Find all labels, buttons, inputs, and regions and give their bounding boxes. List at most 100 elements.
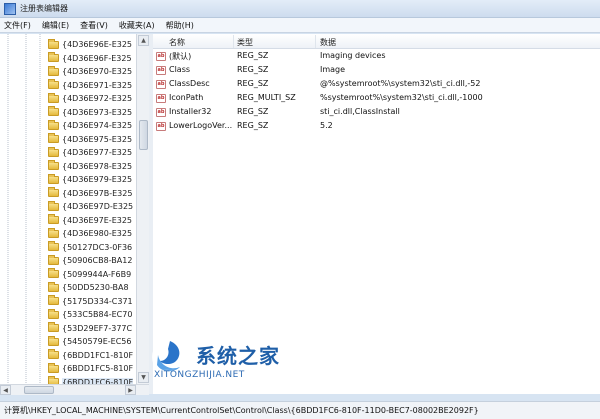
status-key-path: 计算机\HKEY_LOCAL_MACHINE\SYSTEM\CurrentCon…: [4, 406, 479, 415]
tree-item[interactable]: {5099944A-F6B9: [48, 268, 131, 281]
tree-item[interactable]: {4D36E979-E325: [48, 173, 132, 186]
tree-item-label: {53D29EF7-377C: [62, 323, 133, 333]
tree-item[interactable]: {4D36E974-E325: [48, 119, 132, 132]
value-type: REG_SZ: [237, 65, 269, 74]
folder-icon: [48, 322, 59, 332]
scroll-up-arrow-icon[interactable]: ▲: [138, 35, 149, 46]
watermark-english-text: XITONGZHIJIA.NET: [154, 370, 245, 380]
value-data: %systemroot%\system32\sti_ci.dll,-1000: [320, 93, 483, 102]
column-header-name[interactable]: 名称: [169, 37, 185, 48]
string-value-icon: ab: [156, 94, 166, 103]
tree-item[interactable]: {4D36E96E-E325: [48, 38, 132, 51]
column-separator[interactable]: [315, 35, 316, 48]
value-row[interactable]: ab ClassDesc REG_SZ @%systemroot%\system…: [153, 78, 600, 91]
tree-item[interactable]: {4D36E970-E325: [48, 65, 132, 78]
value-row[interactable]: ab (默认) REG_SZ Imaging devices: [153, 50, 600, 63]
menu-view[interactable]: 查看(V): [80, 20, 108, 31]
value-data: @%systemroot%\system32\sti_ci.dll,-52: [320, 79, 481, 88]
folder-icon: [48, 268, 59, 278]
tree-item[interactable]: {4D36E96F-E325: [48, 52, 132, 65]
column-header-data[interactable]: 数据: [320, 37, 336, 48]
scroll-left-arrow-icon[interactable]: ◀: [0, 385, 11, 395]
registry-editor-icon: [4, 2, 16, 15]
tree-item[interactable]: {4D36E978-E325: [48, 160, 132, 173]
tree-item[interactable]: {4D36E975-E325: [48, 133, 132, 146]
tree-item[interactable]: {4D36E97D-E325: [48, 200, 133, 213]
value-type: REG_SZ: [237, 79, 269, 88]
value-row[interactable]: ab LowerLogoVer... REG_SZ 5.2: [153, 120, 600, 133]
folder-icon: [48, 308, 59, 319]
folder-icon: [48, 119, 59, 130]
value-name: LowerLogoVer...: [169, 121, 233, 130]
tree-item[interactable]: {5175D334-C371: [48, 295, 133, 308]
value-data: sti_ci.dll,ClassInstall: [320, 107, 400, 116]
tree-item-label: {5175D334-C371: [62, 296, 133, 306]
key-tree-pane[interactable]: {4D36E96E-E325 {4D36E96F-E325 {4D36E970-E3…: [0, 34, 149, 394]
folder-icon: [48, 173, 59, 184]
tree-item[interactable]: {4D36E971-E325: [48, 79, 132, 92]
value-type: REG_SZ: [237, 51, 269, 60]
scroll-thumb-horizontal[interactable]: [24, 386, 54, 394]
tree-item-label: {50DD5230-BA8: [62, 283, 129, 292]
value-row[interactable]: ab IconPath REG_MULTI_SZ %systemroot%\sy…: [153, 92, 600, 105]
value-row[interactable]: ab Class REG_SZ Image: [153, 64, 600, 77]
tree-item[interactable]: {50906CB8-BA12: [48, 254, 132, 267]
value-row[interactable]: ab Installer32 REG_SZ sti_ci.dll,ClassIn…: [153, 106, 600, 119]
tree-item[interactable]: {4D36E972-E325: [48, 92, 132, 105]
tree-item-label: {5099944A-F6B9: [62, 269, 132, 279]
tree-item-label: {6BDD1FC1-810F: [62, 350, 134, 360]
folder-icon: [48, 79, 59, 89]
tree-item[interactable]: {4D36E973-E325: [48, 106, 132, 119]
watermark-chinese-text: 系统之家: [196, 344, 280, 368]
string-value-icon: ab: [156, 108, 166, 117]
string-value-icon: ab: [156, 52, 166, 61]
string-value-icon: ab: [156, 66, 166, 75]
value-type: REG_SZ: [237, 121, 269, 130]
tree-item[interactable]: {4D36E97E-E325: [48, 214, 132, 227]
tree-item[interactable]: {6BDD1FC5-810F: [48, 362, 133, 375]
folder-icon: [48, 65, 59, 76]
tree-connector-lines: [7, 34, 41, 394]
tree-item-label: {4D36E972-E325: [62, 94, 133, 103]
menu-help[interactable]: 帮助(H): [166, 20, 194, 31]
tree-item-label: {533C5B84-EC70: [62, 310, 133, 319]
string-value-icon: ab: [156, 122, 166, 131]
tree-item-label: {6BDD1FC5-810F: [62, 364, 134, 373]
site-watermark: 系统之家 XITONGZHIJIA.NET: [148, 335, 318, 390]
tree-item-label: {4D36E97D-E325: [62, 202, 134, 211]
tree-item[interactable]: {4D36E97B-E325: [48, 187, 132, 200]
tree-item[interactable]: {4D36E980-E325: [48, 227, 132, 240]
column-separator[interactable]: [233, 35, 234, 48]
tree-item[interactable]: {50DD5230-BA8: [48, 281, 129, 294]
folder-icon: [48, 133, 59, 143]
folder-icon: [48, 214, 59, 224]
menu-file[interactable]: 文件(F): [4, 20, 31, 31]
tree-vertical-scrollbar[interactable]: ▲ ▼: [136, 34, 149, 384]
folder-icon: [48, 281, 59, 292]
window-title: 注册表编辑器: [20, 4, 68, 13]
tree-item[interactable]: {533C5B84-EC70: [48, 308, 132, 321]
tree-item[interactable]: {53D29EF7-377C: [48, 322, 132, 335]
tree-item[interactable]: {5450579E-EC56: [48, 335, 131, 348]
folder-icon: [48, 200, 59, 211]
scroll-right-arrow-icon[interactable]: ▶: [125, 385, 136, 395]
value-name: (默认): [169, 52, 192, 61]
tree-item[interactable]: {50127DC3-0F36: [48, 241, 132, 254]
title-bar: 注册表编辑器: [0, 0, 600, 18]
folder-icon: [48, 160, 59, 170]
menu-edit[interactable]: 编辑(E): [42, 20, 69, 31]
string-value-icon: ab: [156, 80, 166, 89]
tree-item-label: {4D36E977-E325: [62, 148, 133, 157]
scroll-thumb[interactable]: [139, 120, 148, 150]
tree-item-label: {4D36E96E-E325: [62, 40, 133, 49]
tree-item[interactable]: {6BDD1FC1-810F: [48, 349, 133, 362]
tree-item-label: {4D36E971-E325: [62, 80, 133, 90]
folder-icon: [48, 106, 59, 116]
tree-item[interactable]: {4D36E977-E325: [48, 146, 132, 159]
value-name: Installer32: [169, 107, 212, 116]
tree-item-label: {4D36E96F-E325: [62, 53, 132, 63]
column-header-type[interactable]: 类型: [237, 37, 253, 48]
tree-horizontal-scrollbar[interactable]: ◀ ▶: [0, 384, 149, 395]
menu-favorites[interactable]: 收藏夹(A): [119, 20, 155, 31]
folder-icon: [48, 38, 59, 49]
